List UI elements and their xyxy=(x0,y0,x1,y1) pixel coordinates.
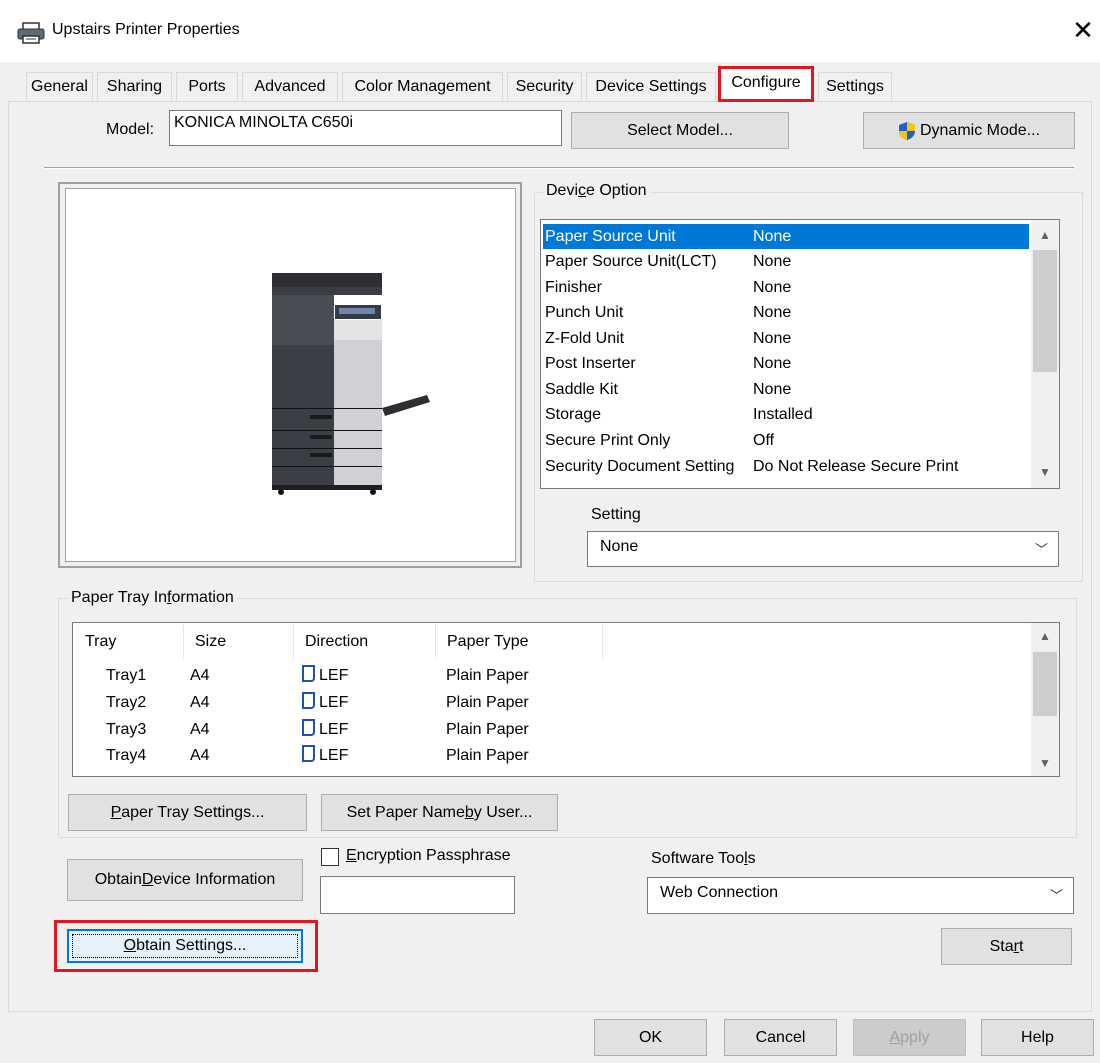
software-tools-label: Software Tools xyxy=(651,850,756,867)
column-header-tray[interactable]: Tray xyxy=(85,623,116,661)
scroll-thumb[interactable] xyxy=(1033,652,1057,716)
tray-size: A4 xyxy=(190,747,210,764)
select-model-button[interactable]: Select Model... xyxy=(571,112,789,149)
model-label: Model: xyxy=(106,121,155,138)
window-title: Upstairs Printer Properties xyxy=(52,21,240,38)
chevron-down-icon: ﹀ xyxy=(1034,542,1048,557)
separator xyxy=(44,167,1074,169)
start-button[interactable]: Sta r t xyxy=(941,928,1072,965)
device-image-panel xyxy=(65,188,516,562)
tab-security[interactable]: Security xyxy=(507,72,582,102)
set-paper-name-button[interactable]: Set Paper Name by User... xyxy=(321,794,558,831)
column-header-paper-type[interactable]: Paper Type xyxy=(447,623,529,661)
obtain-settings-button[interactable]: Obtain Settings... xyxy=(67,929,303,963)
apply-button[interactable]: Apply xyxy=(853,1019,966,1056)
tray-size: A4 xyxy=(190,694,210,711)
paper-direction-icon xyxy=(302,692,315,709)
encryption-checkbox[interactable] xyxy=(321,848,339,866)
list-item[interactable]: Z-Fold Unit None xyxy=(543,326,1029,351)
obtain-device-information-button[interactable]: Obtain Device Information xyxy=(67,859,303,901)
setting-select[interactable]: None ﹀ xyxy=(587,531,1059,567)
list-item[interactable]: Paper Source Unit(LCT) None xyxy=(543,249,1029,274)
setting-value: None xyxy=(600,538,639,555)
list-item[interactable]: Saddle Kit None xyxy=(543,377,1029,402)
list-item[interactable]: Post Inserter None xyxy=(543,351,1029,376)
tab-settings[interactable]: Settings xyxy=(818,72,892,102)
model-field[interactable]: KONICA MINOLTA C650i xyxy=(169,110,562,146)
tray-paper-type: Plain Paper xyxy=(446,721,529,738)
scroll-down-icon[interactable]: ▼ xyxy=(1031,465,1059,479)
device-option-scrollbar[interactable]: ▲ ▼ xyxy=(1031,220,1059,488)
cancel-button[interactable]: Cancel xyxy=(724,1019,837,1056)
list-item[interactable]: Secure Print Only Off xyxy=(543,428,1029,453)
software-tools-value: Web Connection xyxy=(660,884,778,901)
scroll-down-icon[interactable]: ▼ xyxy=(1031,756,1059,770)
printer-device-image xyxy=(272,273,430,495)
dynamic-mode-label: Dynamic Mode... xyxy=(919,121,1041,139)
ok-button[interactable]: OK xyxy=(594,1019,707,1056)
scroll-up-icon[interactable]: ▲ xyxy=(1031,629,1059,643)
device-option-list[interactable]: Paper Source Unit None Paper Source Unit(… xyxy=(540,219,1060,489)
tray-paper-type: Plain Paper xyxy=(446,694,529,711)
shield-icon xyxy=(898,121,915,140)
tray-direction: LEF xyxy=(302,692,348,712)
tab-general[interactable]: General xyxy=(26,72,93,102)
tab-advanced[interactable]: Advanced xyxy=(242,72,338,102)
list-item[interactable]: Security Document Setting Do Not Release … xyxy=(543,454,1029,479)
tray-size: A4 xyxy=(190,667,210,684)
encryption-passphrase-field[interactable] xyxy=(320,876,515,914)
list-item[interactable]: Punch Unit None xyxy=(543,300,1029,325)
help-button[interactable]: Help xyxy=(981,1019,1094,1056)
column-header-direction[interactable]: Direction xyxy=(305,623,368,661)
software-tools-select[interactable]: Web Connection ﹀ xyxy=(647,877,1074,914)
tray-size: A4 xyxy=(190,721,210,738)
printer-icon xyxy=(17,22,45,44)
encryption-label: Encryption Passphrase xyxy=(346,847,511,864)
list-item[interactable]: Paper Source Unit None xyxy=(543,224,1029,249)
list-item[interactable]: Storage Installed xyxy=(543,402,1029,427)
device-option-title: Device Option xyxy=(543,182,650,200)
paper-tray-list[interactable]: Tray Size Direction Paper Type Tray1 A4 … xyxy=(72,622,1060,777)
tray-paper-type: Plain Paper xyxy=(446,747,529,764)
dynamic-mode-button[interactable]: Dynamic Mode... xyxy=(863,112,1075,149)
tray-direction: LEF xyxy=(302,719,348,739)
column-header-size[interactable]: Size xyxy=(195,623,226,661)
paper-tray-title: Paper Tray Information xyxy=(68,589,237,607)
scroll-up-icon[interactable]: ▲ xyxy=(1031,228,1059,242)
tray-name: Tray3 xyxy=(106,721,147,738)
tray-name: Tray4 xyxy=(106,747,147,764)
tab-ports[interactable]: Ports xyxy=(176,72,238,102)
tab-color-management[interactable]: Color Management xyxy=(342,72,503,102)
tab-sharing[interactable]: Sharing xyxy=(97,72,172,102)
tray-direction: LEF xyxy=(302,665,348,685)
paper-direction-icon xyxy=(302,665,315,682)
tab-configure[interactable]: Configure xyxy=(718,66,814,102)
tab-device-settings[interactable]: Device Settings xyxy=(586,72,716,102)
close-icon[interactable]: ✕ xyxy=(1068,12,1098,48)
paper-direction-icon xyxy=(302,719,315,736)
tray-paper-type: Plain Paper xyxy=(446,667,529,684)
tray-name: Tray2 xyxy=(106,694,147,711)
chevron-down-icon: ﹀ xyxy=(1049,888,1063,903)
setting-label: Setting xyxy=(591,506,641,523)
paper-direction-icon xyxy=(302,745,315,762)
paper-tray-scrollbar[interactable]: ▲ ▼ xyxy=(1031,623,1059,776)
tray-name: Tray1 xyxy=(106,667,147,684)
list-item[interactable]: Finisher None xyxy=(543,275,1029,300)
paper-tray-settings-button[interactable]: Paper Tray Settings... xyxy=(68,794,307,831)
scroll-thumb[interactable] xyxy=(1033,250,1057,372)
tray-direction: LEF xyxy=(302,745,348,765)
